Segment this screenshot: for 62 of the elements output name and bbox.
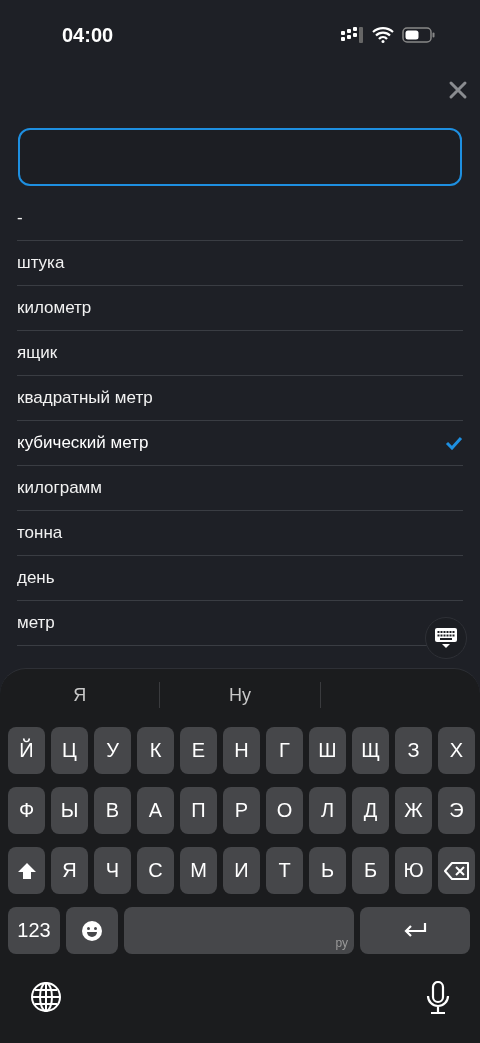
letter-key[interactable]: Щ bbox=[352, 727, 389, 774]
letter-key[interactable]: В bbox=[94, 787, 131, 834]
unit-option[interactable]: килограмм bbox=[17, 466, 463, 511]
unit-option[interactable]: тонна bbox=[17, 511, 463, 556]
letter-key[interactable]: У bbox=[94, 727, 131, 774]
letter-key[interactable]: Б bbox=[352, 847, 389, 894]
letter-key[interactable]: Ф bbox=[8, 787, 45, 834]
letter-key[interactable]: Ы bbox=[51, 787, 88, 834]
letter-key[interactable]: М bbox=[180, 847, 217, 894]
unit-option[interactable]: день bbox=[17, 556, 463, 601]
suggestion[interactable]: Ну bbox=[160, 682, 321, 708]
search-field[interactable] bbox=[18, 128, 462, 186]
unit-option[interactable]: метр bbox=[17, 601, 427, 646]
battery-icon bbox=[402, 27, 436, 43]
signal-icon bbox=[340, 27, 364, 43]
letter-key[interactable]: А bbox=[137, 787, 174, 834]
backspace-key[interactable] bbox=[438, 847, 475, 894]
unit-option[interactable]: ящик bbox=[17, 331, 463, 376]
letter-key[interactable]: Ц bbox=[51, 727, 88, 774]
letter-key[interactable]: И bbox=[223, 847, 260, 894]
letter-key[interactable]: Е bbox=[180, 727, 217, 774]
unit-option[interactable]: кубический метр bbox=[17, 421, 463, 466]
letter-key[interactable]: Н bbox=[223, 727, 260, 774]
letter-key[interactable]: Ю bbox=[395, 847, 432, 894]
globe-icon[interactable] bbox=[30, 981, 62, 1015]
letter-key[interactable]: П bbox=[180, 787, 217, 834]
letter-key[interactable]: Ь bbox=[309, 847, 346, 894]
unit-option[interactable]: штука bbox=[17, 241, 463, 286]
letter-key[interactable]: О bbox=[266, 787, 303, 834]
close-button[interactable] bbox=[448, 80, 468, 100]
letter-key[interactable]: Й bbox=[8, 727, 45, 774]
smiley-icon bbox=[81, 919, 103, 942]
shift-key[interactable] bbox=[8, 847, 45, 894]
check-icon bbox=[445, 436, 463, 450]
unit-option[interactable]: километр bbox=[17, 286, 463, 331]
unit-option[interactable]: квадратный метр bbox=[17, 376, 463, 421]
letter-key[interactable]: Р bbox=[223, 787, 260, 834]
microphone-icon[interactable] bbox=[426, 981, 450, 1015]
emoji-key[interactable] bbox=[66, 907, 118, 954]
letter-key[interactable]: С bbox=[137, 847, 174, 894]
letter-key[interactable]: Э bbox=[438, 787, 475, 834]
letter-key[interactable]: Ч bbox=[94, 847, 131, 894]
letter-key[interactable]: Т bbox=[266, 847, 303, 894]
letter-key[interactable]: З bbox=[395, 727, 432, 774]
keyboard-icon bbox=[434, 627, 458, 649]
language-label: ру bbox=[335, 936, 348, 950]
letter-key[interactable]: К bbox=[137, 727, 174, 774]
letter-key[interactable]: Ж bbox=[395, 787, 432, 834]
keyboard-hide-button[interactable] bbox=[425, 617, 467, 659]
arrow-up-icon bbox=[16, 861, 37, 880]
letter-key[interactable]: Л bbox=[309, 787, 346, 834]
status-time: 04:00 bbox=[62, 23, 114, 47]
wifi-icon bbox=[372, 27, 394, 43]
unit-option[interactable]: - bbox=[17, 196, 463, 241]
letter-key[interactable]: Ш bbox=[309, 727, 346, 774]
numbers-key[interactable]: 123 bbox=[8, 907, 60, 954]
letter-key[interactable]: Я bbox=[51, 847, 88, 894]
suggestion[interactable]: Я bbox=[0, 682, 161, 708]
backspace-icon bbox=[443, 861, 470, 880]
letter-key[interactable]: Г bbox=[266, 727, 303, 774]
letter-key[interactable]: Д bbox=[352, 787, 389, 834]
letter-key[interactable]: Х bbox=[438, 727, 475, 774]
